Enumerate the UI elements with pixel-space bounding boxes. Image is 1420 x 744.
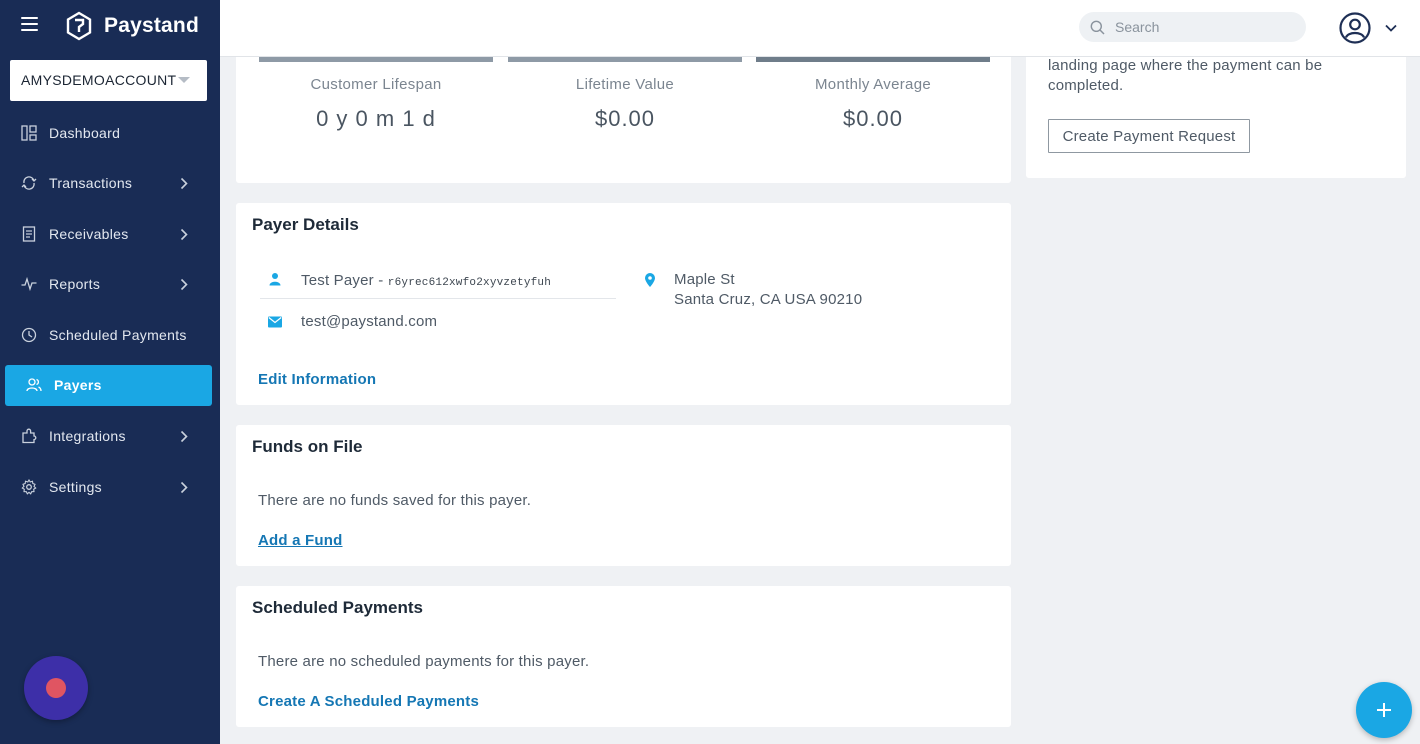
account-select[interactable]: AMYSDEMOACCOUNT (10, 60, 207, 101)
add-fab-button[interactable] (1356, 682, 1412, 738)
record-button[interactable] (24, 656, 88, 720)
edit-information-link[interactable]: Edit Information (258, 371, 376, 388)
user-avatar-icon (1339, 12, 1371, 44)
stat-value: $0.00 (594, 106, 656, 131)
stat-label: Customer Lifespan (310, 76, 442, 93)
stat-label: Lifetime Value (575, 76, 675, 93)
sidebar-item-label: Reports (49, 276, 101, 292)
users-icon (26, 378, 42, 392)
top-bar (220, 0, 1420, 57)
paystand-logo-icon (66, 11, 92, 41)
stat-value: 0 y 0 m 1 d (316, 106, 436, 131)
sidebar-item-label: Transactions (49, 175, 133, 191)
funds-empty-text: There are no funds saved for this payer. (258, 492, 532, 509)
chevron-down-icon (1385, 24, 1397, 32)
add-fund-link[interactable]: Add a Fund (258, 532, 343, 549)
scheduled-empty-text: There are no scheduled payments for this… (258, 653, 590, 670)
menu-icon[interactable] (21, 17, 38, 31)
chevron-right-icon (180, 481, 188, 494)
scheduled-payments-card: Scheduled Payments There are no schedule… (236, 586, 1011, 727)
chevron-right-icon (180, 278, 188, 291)
chevron-right-icon (180, 430, 188, 443)
sidebar-item-reports[interactable]: Reports (5, 264, 212, 305)
sidebar: Paystand AMYSDEMOACCOUNT Dashboard Trans… (0, 0, 220, 744)
envelope-icon (268, 316, 282, 328)
stat-value: $0.00 (842, 106, 904, 131)
create-scheduled-payment-link[interactable]: Create A Scheduled Payments (258, 693, 479, 710)
payer-id: r6yrec612xwfo2xyvzetyfuh (387, 277, 552, 289)
create-payment-request-button[interactable]: Create Payment Request (1048, 119, 1250, 153)
user-icon (269, 273, 281, 286)
payer-details-card: Payer Details Test Payer - r6yrec612xwfo… (236, 203, 1011, 405)
card-title: Funds on File (252, 437, 363, 456)
sidebar-item-payers[interactable]: Payers (5, 365, 212, 406)
transactions-icon (21, 176, 37, 190)
user-menu[interactable] (1339, 12, 1405, 44)
payer-name: Test Payer - r6yrec612xwfo2xyvzetyfuh (301, 272, 551, 289)
sidebar-item-dashboard[interactable]: Dashboard (5, 113, 212, 154)
description-line: landing page where the payment can be (1048, 57, 1323, 74)
sidebar-item-integrations[interactable]: Integrations (5, 416, 212, 457)
caret-down-icon (178, 77, 190, 83)
brand-name: Paystand (104, 14, 199, 37)
sidebar-item-scheduled-payments[interactable]: Scheduled Payments (5, 315, 212, 356)
search-input[interactable] (1115, 17, 1295, 37)
address-line-1: Maple St (674, 271, 735, 288)
gear-icon (21, 479, 37, 495)
chevron-right-icon (180, 228, 188, 241)
sidebar-item-label: Scheduled Payments (49, 327, 187, 343)
sidebar-header: Paystand (0, 0, 220, 52)
account-select-value: AMYSDEMOACCOUNT (21, 72, 177, 88)
search-icon (1090, 20, 1105, 35)
clock-icon (21, 327, 37, 343)
description-line: completed. (1048, 77, 1124, 94)
reports-icon (21, 276, 37, 292)
dashboard-icon (21, 125, 37, 141)
plus-icon (1377, 703, 1391, 717)
stat-label: Monthly Average (815, 76, 931, 93)
payer-email: test@paystand.com (301, 313, 438, 330)
card-title: Payer Details (252, 215, 359, 234)
map-pin-icon (645, 273, 655, 287)
funds-on-file-card: Funds on File There are no funds saved f… (236, 425, 1011, 566)
sidebar-item-settings[interactable]: Settings (5, 467, 212, 508)
sidebar-item-receivables[interactable]: Receivables (5, 214, 212, 255)
chevron-right-icon (180, 177, 188, 190)
sidebar-item-label: Dashboard (49, 125, 121, 141)
address-line-2: Santa Cruz, CA USA 90210 (674, 291, 863, 308)
payment-request-description: landing page where the payment can be co… (1048, 56, 1388, 96)
sidebar-item-transactions[interactable]: Transactions (5, 163, 212, 204)
card-title: Scheduled Payments (252, 598, 424, 617)
search-box (1079, 12, 1306, 42)
receivables-icon (22, 226, 36, 242)
integrations-icon (22, 428, 37, 444)
record-icon (46, 678, 66, 698)
divider (260, 298, 616, 299)
payer-name-text: Test Payer - (301, 272, 388, 289)
sidebar-item-label: Payers (54, 377, 102, 393)
sidebar-item-label: Settings (49, 479, 102, 495)
sidebar-item-label: Receivables (49, 226, 129, 242)
sidebar-item-label: Integrations (49, 428, 126, 444)
